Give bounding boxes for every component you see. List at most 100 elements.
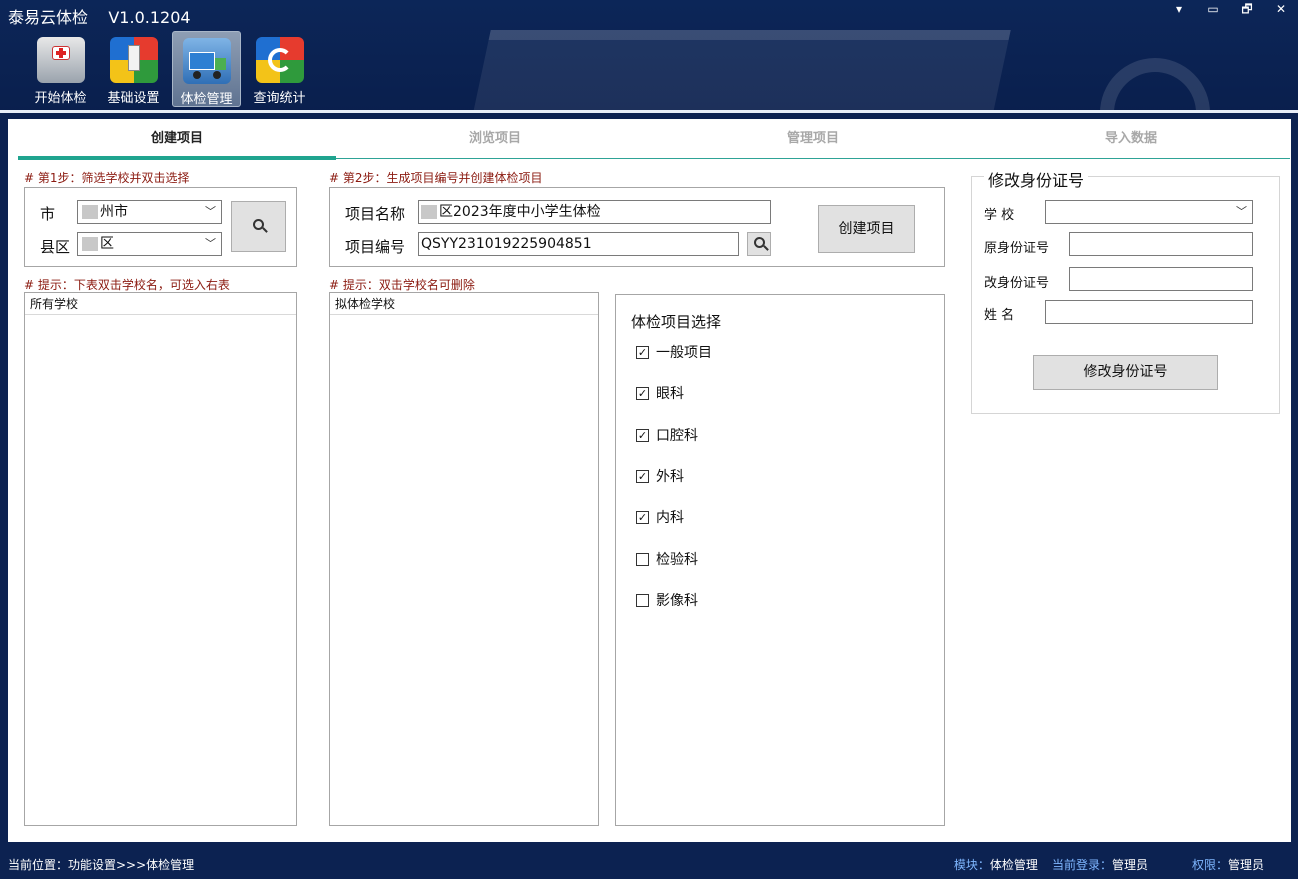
checkbox[interactable]	[636, 552, 649, 566]
district-label: 县区	[40, 238, 71, 256]
checkbox-label: 外科	[656, 469, 684, 485]
modify-id-group: 修改身份证号 学 校 ﹀ 原身份证号 改身份证号 姓 名 修改身份证号	[971, 167, 1280, 414]
project-code-label: 项目编号	[345, 238, 406, 256]
app-name: 泰易云体检	[8, 8, 89, 27]
toolbar-label: 开始体检	[34, 91, 87, 106]
modify-id-button[interactable]: 修改身份证号	[1033, 355, 1218, 390]
exam-item-surgery[interactable]: ✓ 外科	[636, 466, 684, 486]
tab-bar: 创建项目 浏览项目 管理项目 导入数据	[18, 119, 1290, 160]
checkbox[interactable]: ✓	[636, 428, 649, 442]
school-select[interactable]: ﹀	[1045, 200, 1253, 224]
close-icon[interactable]: ✕	[1264, 0, 1298, 18]
exam-item-general[interactable]: ✓ 一般项目	[636, 342, 712, 362]
login-info: 当前登录：管理员	[1052, 852, 1148, 879]
group-title: 修改身份证号	[984, 167, 1089, 191]
exam-item-eye[interactable]: ✓ 眼科	[636, 383, 684, 403]
tab-import-data[interactable]: 导入数据	[972, 119, 1290, 158]
tab-browse-project[interactable]: 浏览项目	[336, 119, 654, 158]
checkbox[interactable]: ✓	[636, 345, 649, 359]
all-schools-list[interactable]: 所有学校	[24, 292, 297, 826]
module-key: 模块：	[953, 858, 990, 872]
exam-items-title: 体检项目选择	[631, 313, 722, 331]
decoration-clock-shape	[1100, 58, 1210, 113]
filter-search-button[interactable]	[231, 201, 286, 252]
checkbox[interactable]: ✓	[636, 510, 649, 524]
create-project-button[interactable]: 创建项目	[818, 205, 915, 253]
login-value: 管理员	[1111, 858, 1148, 872]
toolbar-start-exam[interactable]: 开始体检	[26, 31, 95, 107]
school-list-hint: # 提示：下表双击学校名，可选入右表	[24, 278, 230, 292]
generate-code-button[interactable]	[747, 232, 771, 256]
chevron-down-icon: ﹀	[205, 205, 216, 218]
tab-manage-project[interactable]: 管理项目	[654, 119, 972, 158]
city-select[interactable]: 州市 ﹀	[77, 200, 222, 224]
project-name-label: 项目名称	[345, 205, 406, 223]
toolbar-exam-management[interactable]: 体检管理	[172, 31, 241, 107]
dropdown-icon[interactable]: ▾	[1162, 0, 1196, 18]
exam-item-internal[interactable]: ✓ 内科	[636, 507, 684, 527]
selected-list-hint: # 提示：双击学校名可删除	[329, 278, 475, 292]
medical-kit-icon	[36, 37, 85, 83]
checkbox-label: 口腔科	[656, 428, 698, 444]
checkbox[interactable]: ✓	[636, 386, 649, 400]
old-id-label: 原身份证号	[984, 241, 1050, 256]
exam-item-lab[interactable]: 检验科	[636, 549, 698, 569]
list-header: 所有学校	[25, 293, 296, 315]
minimize-icon[interactable]: ▭	[1196, 0, 1230, 18]
current-location: 当前位置：功能设置>>>体检管理	[8, 858, 195, 872]
project-box: 项目名称 区2023年度中小学生体检 项目编号 QSYY231019225904…	[329, 187, 945, 267]
toolbar-basic-settings[interactable]: 基础设置	[99, 31, 168, 107]
app-title: 泰易云体检 V1.0.1204	[8, 4, 191, 28]
decoration-shape	[465, 30, 1011, 113]
toolbar-label: 查询统计	[253, 91, 306, 106]
name-label: 姓 名	[984, 308, 1015, 323]
project-code-input[interactable]: QSYY231019225904851	[418, 232, 739, 256]
exam-items-panel: 体检项目选择 ✓ 一般项目 ✓ 眼科 ✓ 口腔科 ✓ 外科 ✓ 内科 检验科 影像科	[615, 294, 945, 826]
module-value: 体检管理	[989, 858, 1038, 872]
status-bar: 当前位置：功能设置>>>体检管理 模块：体检管理 当前登录：管理员 权限：管理员	[0, 852, 1298, 879]
exam-item-dental[interactable]: ✓ 口腔科	[636, 425, 698, 445]
header-divider	[0, 110, 1298, 113]
status-info: 模块：体检管理 当前登录：管理员 权限：管理员	[954, 852, 1264, 879]
search-icon	[253, 219, 264, 230]
login-key: 当前登录：	[1051, 858, 1112, 872]
name-input[interactable]	[1045, 300, 1253, 324]
redacted-mark	[82, 237, 98, 251]
project-name-input[interactable]: 区2023年度中小学生体检	[418, 200, 771, 224]
checkbox-label: 眼科	[656, 386, 684, 402]
step1-hint: # 第1步：筛选学校并双击选择	[24, 171, 190, 185]
main-toolbar: 开始体检 基础设置 体检管理 查询统计	[26, 31, 318, 107]
checkbox[interactable]	[636, 593, 649, 607]
search-icon	[753, 237, 765, 248]
app-version: V1.0.1204	[108, 8, 191, 27]
project-name-value: 区2023年度中小学生体检	[439, 204, 601, 220]
city-value: 州市	[100, 204, 128, 220]
toolbar-label: 基础设置	[107, 91, 160, 106]
checkbox[interactable]: ✓	[636, 469, 649, 483]
permission-info: 权限：管理员	[1192, 852, 1264, 879]
exam-item-imaging[interactable]: 影像科	[636, 590, 698, 610]
permission-value: 管理员	[1227, 858, 1264, 872]
checkbox-label: 影像科	[656, 593, 698, 609]
checkbox-label: 内科	[656, 510, 684, 526]
new-id-input[interactable]	[1069, 267, 1253, 291]
maximize-icon[interactable]: 🗗	[1230, 0, 1264, 18]
title-bar: 泰易云体检 V1.0.1204 ▾ ▭ 🗗 ✕ 开始体检 基础设置 体检管理 查…	[0, 0, 1298, 113]
tab-create-project[interactable]: 创建项目	[18, 119, 336, 160]
district-value: 区	[100, 236, 114, 252]
toolbar-query-stats[interactable]: 查询统计	[245, 31, 314, 107]
module-info: 模块：体检管理	[954, 852, 1038, 879]
school-label: 学 校	[984, 208, 1015, 223]
settings-usb-icon	[109, 37, 158, 83]
district-select[interactable]: 区 ﹀	[77, 232, 222, 256]
checkbox-label: 检验科	[656, 552, 698, 568]
list-header: 拟体检学校	[330, 293, 598, 315]
step2-hint: # 第2步：生成项目编号并创建体检项目	[329, 171, 543, 185]
selected-schools-list[interactable]: 拟体检学校	[329, 292, 599, 826]
old-id-input[interactable]	[1069, 232, 1253, 256]
window-controls: ▾ ▭ 🗗 ✕	[1162, 0, 1298, 18]
city-label: 市	[40, 205, 56, 223]
refresh-stats-icon	[255, 37, 304, 83]
chevron-down-icon: ﹀	[205, 237, 216, 250]
redacted-mark	[82, 205, 98, 219]
